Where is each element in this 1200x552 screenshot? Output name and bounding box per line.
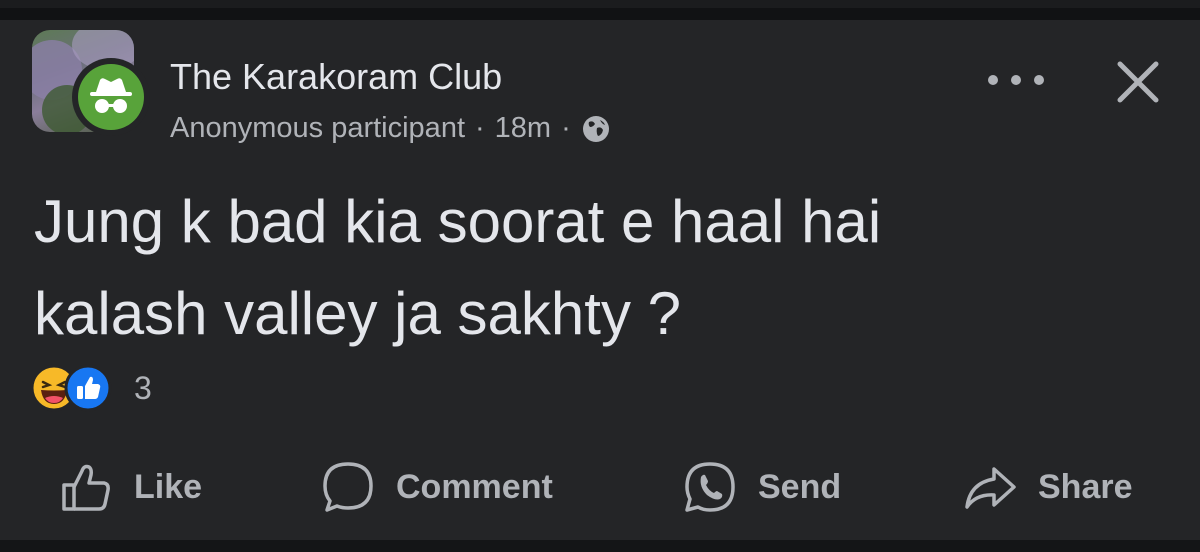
like-label: Like	[134, 467, 203, 506]
anonymous-badge	[72, 58, 150, 136]
bottom-divider	[0, 540, 1200, 552]
post-text: Jung k bad kia soorat e haal hai kalash …	[34, 188, 882, 347]
comment-bubble-icon	[323, 462, 373, 512]
post-timestamp[interactable]: 18m	[495, 112, 551, 145]
thumbs-up-icon	[62, 464, 110, 511]
incognito-icon	[90, 78, 132, 113]
like-button[interactable]: Like	[58, 455, 202, 519]
top-divider	[0, 0, 1200, 8]
post-meta: Anonymous participant · 18m ·	[170, 112, 611, 145]
comment-button[interactable]: Comment	[320, 455, 553, 519]
more-options-button[interactable]	[988, 62, 1044, 98]
comment-label: Comment	[396, 467, 553, 506]
dot-icon	[1011, 75, 1021, 85]
whatsapp-icon	[685, 462, 735, 512]
author-name[interactable]: Anonymous participant	[170, 112, 465, 145]
meta-separator: ·	[475, 112, 485, 144]
dot-icon	[1034, 75, 1044, 85]
send-button[interactable]: Send	[682, 455, 841, 519]
share-arrow-icon	[965, 467, 1016, 509]
meta-separator: ·	[561, 112, 571, 144]
send-label: Send	[758, 467, 842, 506]
share-label: Share	[1038, 467, 1133, 506]
group-name-link[interactable]: The Karakoram Club	[170, 56, 502, 98]
reaction-count: 3	[134, 370, 152, 406]
close-icon[interactable]	[1112, 56, 1164, 108]
like-reaction-icon	[64, 364, 112, 412]
share-button[interactable]: Share	[962, 455, 1133, 519]
globe-icon[interactable]	[581, 114, 611, 144]
dot-icon	[988, 75, 998, 85]
